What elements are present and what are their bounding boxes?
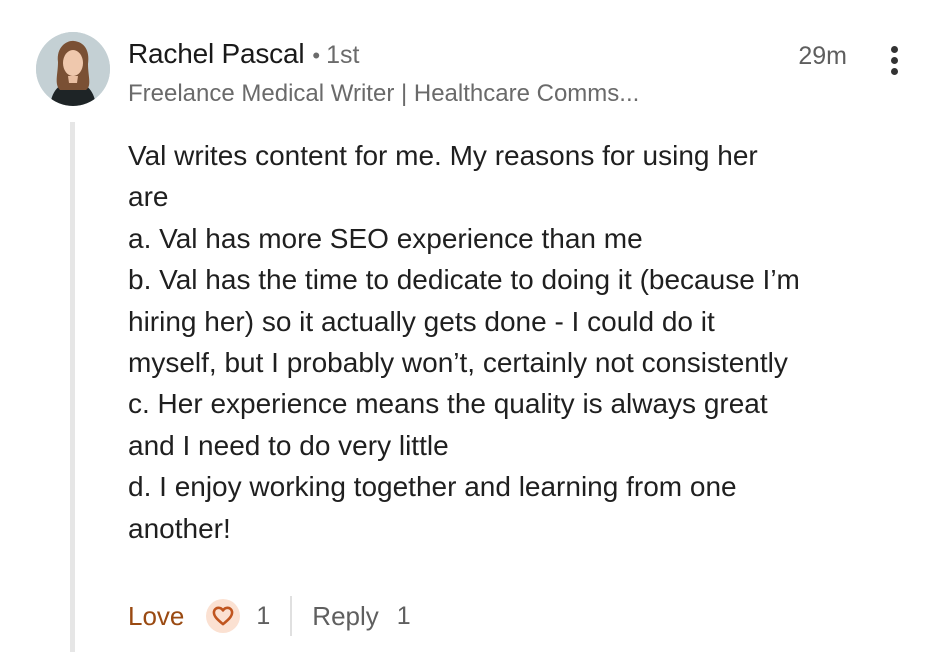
connection-degree: 1st bbox=[326, 41, 360, 69]
comment-body: Val writes content for me. My reasons fo… bbox=[128, 135, 918, 549]
love-count: 1 bbox=[256, 601, 271, 630]
reply-button[interactable]: Reply bbox=[312, 601, 378, 632]
comment-actions: Love 1 Reply 1 bbox=[128, 596, 411, 636]
thread-line bbox=[70, 122, 75, 652]
comment-card: Rachel Pascal • 1st 29m Freelance Medica… bbox=[0, 0, 939, 652]
heart-icon[interactable] bbox=[206, 599, 241, 633]
comment-line: are bbox=[128, 181, 169, 213]
comment-line: another! bbox=[128, 512, 231, 544]
comment-line: d. I enjoy working together and learning… bbox=[128, 471, 737, 503]
author-headline: Freelance Medical Writer | Healthcare Co… bbox=[128, 80, 640, 107]
avatar[interactable] bbox=[36, 32, 110, 106]
avatar-photo bbox=[36, 32, 110, 106]
author-name[interactable]: Rachel Pascal bbox=[128, 38, 305, 70]
comment-line: and I need to do very little bbox=[128, 429, 449, 461]
reply-count: 1 bbox=[396, 601, 411, 630]
action-divider bbox=[290, 596, 293, 636]
author-line: Rachel Pascal • 1st bbox=[128, 38, 359, 74]
comment-line: hiring her) so it actually gets done - I… bbox=[128, 305, 715, 337]
comment-line: b. Val has the time to dedicate to doing… bbox=[128, 264, 800, 296]
comment-line: myself, but I probably won’t, certainly … bbox=[128, 347, 788, 379]
separator-dot: • bbox=[312, 43, 321, 68]
more-vertical-icon[interactable] bbox=[880, 40, 908, 80]
comment-line: Val writes content for me. My reasons fo… bbox=[128, 140, 758, 171]
love-button[interactable]: Love bbox=[128, 601, 184, 632]
comment-line: a. Val has more SEO experience than me bbox=[128, 222, 643, 254]
comment-line: c. Her experience means the quality is a… bbox=[128, 388, 768, 420]
timestamp: 29m bbox=[798, 42, 847, 70]
